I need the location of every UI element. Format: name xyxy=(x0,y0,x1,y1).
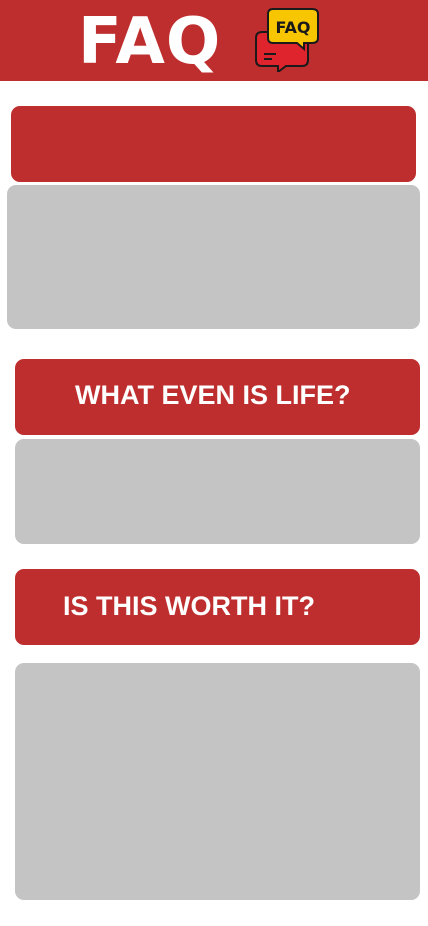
faq-question-2-label: WHAT EVEN IS LIFE? xyxy=(75,380,351,410)
header-bar: FAQ FAQ xyxy=(0,0,428,81)
faq-question-2[interactable]: WHAT EVEN IS LIFE? xyxy=(15,359,420,435)
faq-icon: FAQ xyxy=(254,8,320,74)
faq-icon-label: FAQ xyxy=(275,18,310,37)
faq-answer-1 xyxy=(7,185,420,329)
faq-question-3-label: IS THIS WORTH IT? xyxy=(63,591,315,621)
faq-question-1[interactable] xyxy=(11,106,416,182)
faq-answer-3 xyxy=(15,663,420,900)
faq-answer-2 xyxy=(15,439,420,544)
page-title: FAQ xyxy=(78,5,222,79)
faq-question-3[interactable]: IS THIS WORTH IT? xyxy=(15,569,420,645)
